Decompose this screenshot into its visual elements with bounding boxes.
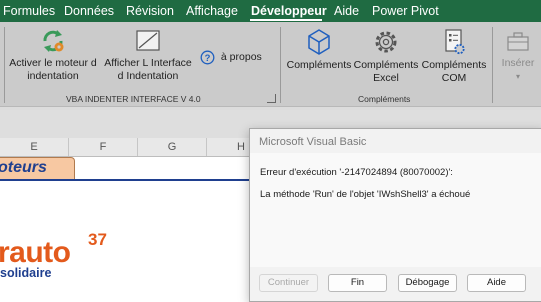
- end-button[interactable]: Fin: [328, 274, 387, 292]
- complements-group-label: Compléments: [358, 94, 411, 104]
- column-header-e[interactable]: E: [0, 138, 69, 156]
- tab-formules[interactable]: Formules: [3, 4, 55, 18]
- tab-power-pivot[interactable]: Power Pivot: [372, 4, 439, 18]
- group-launcher-icon[interactable]: [267, 94, 276, 103]
- sheet-divider-line: [0, 179, 255, 181]
- about-label: à propos: [220, 51, 262, 63]
- document-gear-icon: [445, 29, 465, 55]
- vba-error-dialog: Microsoft Visual Basic Erreur d'exécutio…: [249, 128, 541, 302]
- help-button[interactable]: Aide: [467, 274, 526, 292]
- gear-icon: [375, 31, 397, 53]
- tab-aide[interactable]: Aide: [334, 4, 359, 18]
- error-message-text: La méthode 'Run' de l'objet 'IWshShell3'…: [260, 189, 471, 200]
- chevron-down-icon: ▾: [515, 72, 520, 81]
- insert-controls-button[interactable]: Insérer ▾: [496, 28, 540, 83]
- activate-indent-engine-label: Activer le moteur d indentation: [9, 57, 97, 82]
- logo-number: 37: [88, 230, 107, 249]
- cube-icon: [308, 29, 330, 55]
- complements-com-label: Compléments COM: [421, 59, 487, 84]
- indenter-group-label: VBA INDENTER INTERFACE V 4.0: [66, 94, 201, 104]
- help-circle-icon: ?: [200, 50, 215, 65]
- ribbon-tab-bar: Formules Données Révision Affichage Déve…: [0, 0, 541, 22]
- active-tab-indicator: [250, 19, 322, 21]
- ribbon-separator: [280, 27, 281, 103]
- window-diagonal-icon: [136, 30, 160, 51]
- refresh-gear-icon: [43, 30, 64, 52]
- ribbon-separator: [4, 27, 5, 103]
- show-indent-interface-label: Afficher L Interface d Indentation: [104, 57, 192, 82]
- sheet-header-tab-text: oteurs: [0, 159, 47, 176]
- complements-label: Compléments: [286, 59, 352, 71]
- tab-developpeur[interactable]: Développeur: [251, 4, 327, 18]
- tab-donnees[interactable]: Données: [64, 4, 114, 18]
- complements-excel-button[interactable]: Compléments Excel: [352, 28, 420, 85]
- tab-revision[interactable]: Révision: [126, 4, 174, 18]
- tab-affichage[interactable]: Affichage: [186, 4, 238, 18]
- activate-indent-engine-button[interactable]: Activer le moteur d indentation: [8, 28, 98, 83]
- complements-button[interactable]: Compléments: [284, 28, 354, 72]
- svg-text:?: ?: [205, 53, 211, 64]
- toolbox-icon: [507, 32, 529, 51]
- insert-controls-label: Insérer: [501, 57, 535, 69]
- logo-subtitle: solidaire: [0, 266, 52, 280]
- complements-com-button[interactable]: Compléments COM: [420, 28, 488, 85]
- show-indent-interface-button[interactable]: Afficher L Interface d Indentation: [104, 28, 192, 83]
- dialog-body: Erreur d'exécution '-2147024894 (8007000…: [250, 153, 541, 267]
- logo-main-text: rauto: [0, 236, 71, 269]
- ribbon-separator: [492, 27, 493, 103]
- continue-button[interactable]: Continuer: [259, 274, 318, 292]
- column-header-g[interactable]: G: [138, 138, 207, 156]
- about-button[interactable]: ? à propos: [200, 50, 270, 65]
- complements-excel-label: Compléments Excel: [353, 59, 419, 84]
- column-header-f[interactable]: F: [69, 138, 138, 156]
- sheet-header-tab: oteurs: [0, 157, 75, 181]
- dialog-title: Microsoft Visual Basic: [259, 136, 367, 148]
- debug-button[interactable]: Débogage: [398, 274, 457, 292]
- error-code-text: Erreur d'exécution '-2147024894 (8007000…: [260, 167, 453, 178]
